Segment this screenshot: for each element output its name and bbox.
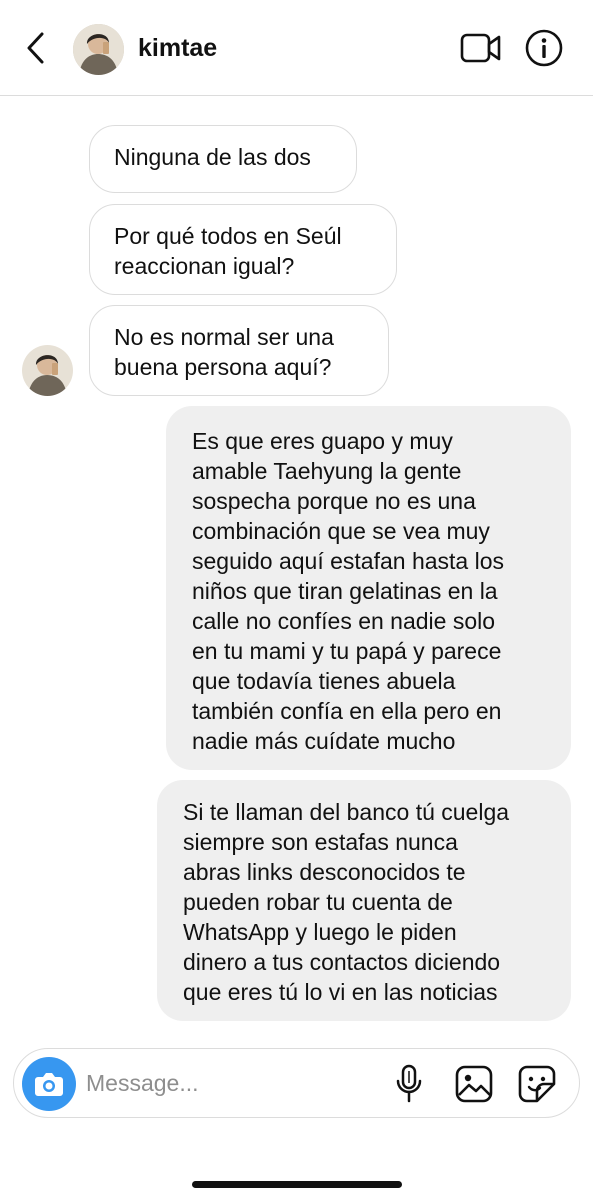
avatar[interactable] <box>22 345 73 396</box>
message-bubble-received[interactable]: No es normal ser una buena persona aquí? <box>89 305 389 396</box>
chevron-left-icon[interactable] <box>22 30 50 66</box>
info-icon[interactable] <box>525 29 563 67</box>
message-bubble-sent[interactable]: Es que eres guapo y muy amable Taehyung … <box>166 406 571 770</box>
message-input[interactable] <box>86 1064 376 1102</box>
avatar[interactable] <box>73 24 124 75</box>
message-composer <box>13 1048 580 1118</box>
video-camera-icon[interactable] <box>460 31 502 65</box>
home-indicator[interactable] <box>192 1181 402 1188</box>
sticker-icon[interactable] <box>517 1064 557 1104</box>
message-bubble-sent[interactable]: Si te llaman del banco tú cuelga siempre… <box>157 780 571 1021</box>
chat-header: kimtae <box>0 0 593 96</box>
image-gallery-icon[interactable] <box>454 1064 494 1104</box>
microphone-icon[interactable] <box>394 1063 424 1105</box>
message-bubble-received[interactable]: Por qué todos en Seúl reaccionan igual? <box>89 204 397 295</box>
message-bubble-received[interactable]: Ninguna de las dos <box>89 125 357 193</box>
camera-icon[interactable] <box>22 1057 76 1111</box>
chat-username[interactable]: kimtae <box>138 34 217 63</box>
